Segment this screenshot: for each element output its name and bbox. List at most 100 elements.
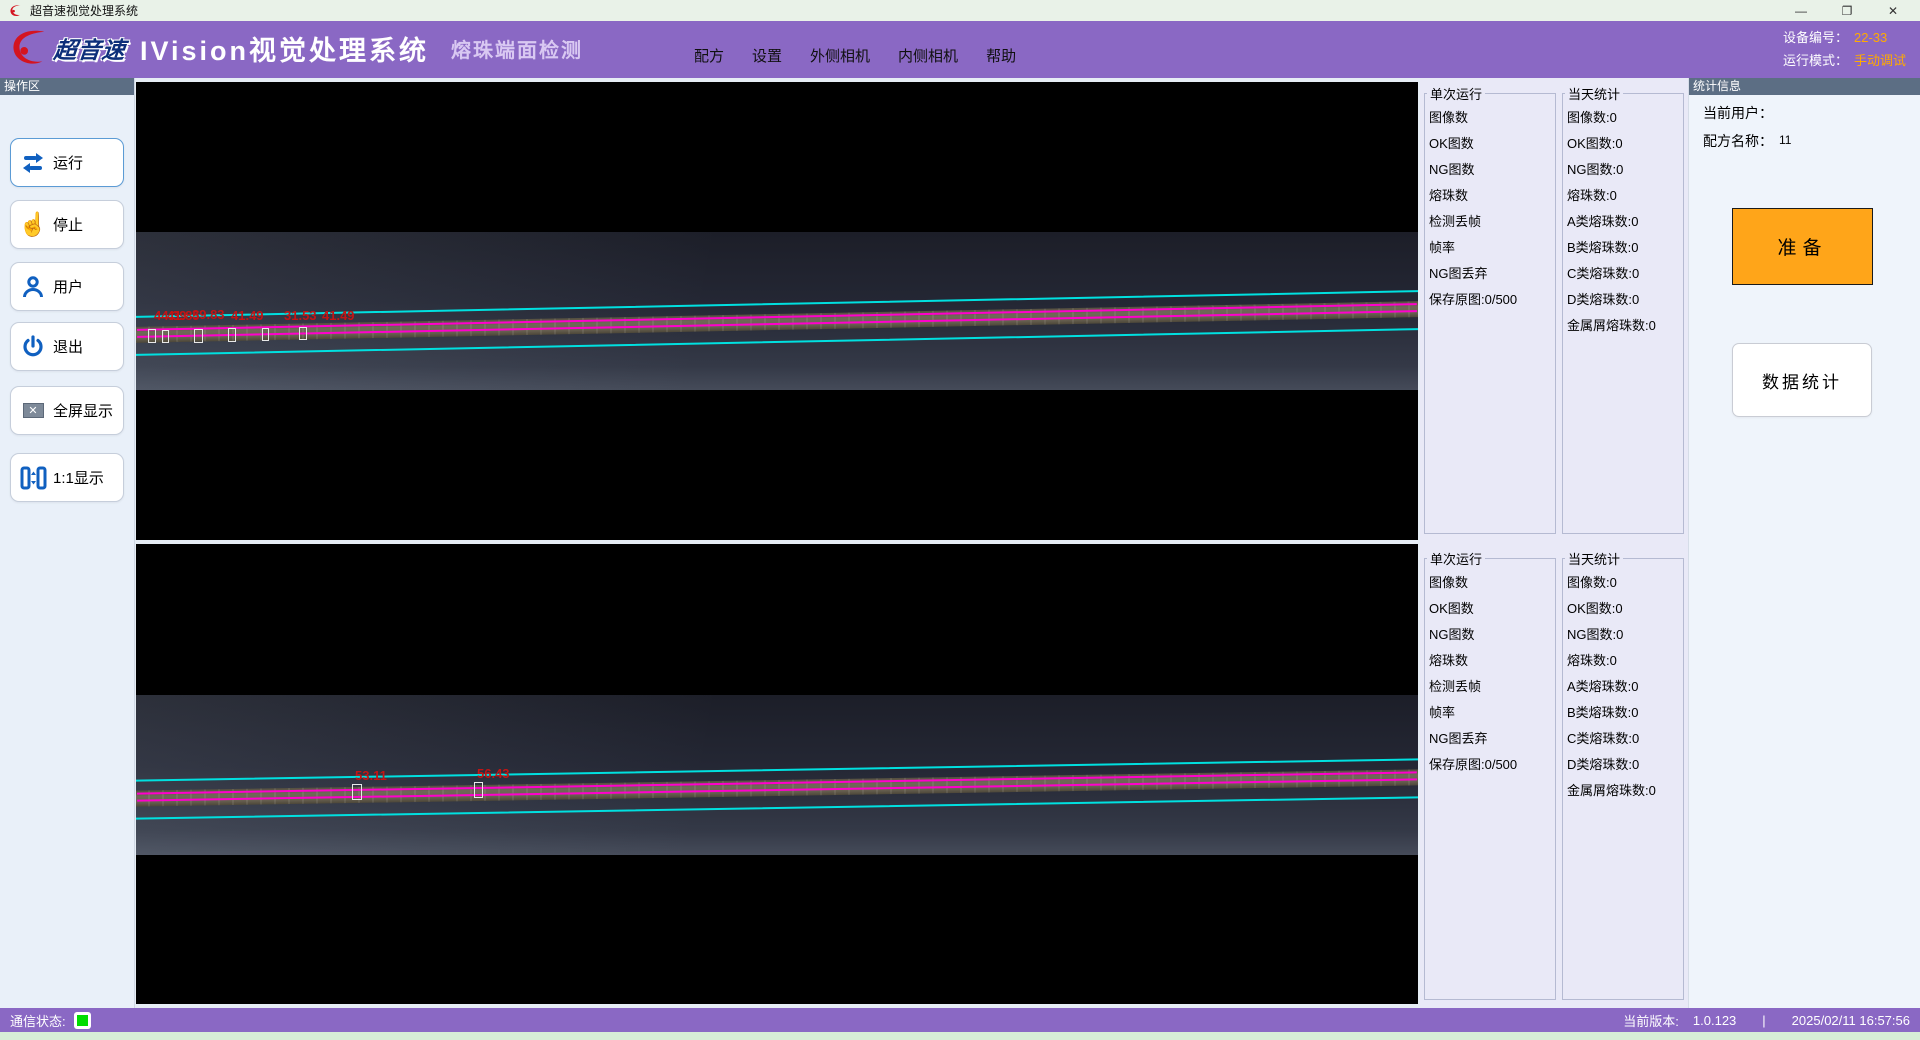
run-button[interactable]: 运行 [10, 138, 124, 187]
stat-row: 熔珠数 [1425, 181, 1555, 207]
menu-inner-camera[interactable]: 内侧相机 [884, 41, 972, 70]
user-button-label: 用户 [53, 276, 83, 297]
outer-camera-viewport[interactable]: 44.39 41.85 39.83 41.49 31.53 41.49 [136, 82, 1418, 540]
sidebar-header: 操作区 [0, 78, 134, 95]
status-separator: | [1762, 1013, 1765, 1028]
measurement-label: 41.49 [231, 308, 264, 323]
stop-button[interactable]: ☝ 停止 [10, 200, 124, 249]
restore-button[interactable]: ❐ [1824, 0, 1870, 21]
app-title: IVision视觉处理系统 [140, 29, 429, 68]
single-run-group-bottom: 单次运行 图像数 OK图数 NG图数 熔珠数 检测丢帧 帧率 NG图丢弃 保存原… [1424, 549, 1556, 1000]
fullscreen-icon: ✕ [19, 398, 47, 424]
app-window: 超音速视觉处理系统 — ❐ ✕ 超音速 IVision视觉处理系统 熔珠端面检测… [0, 0, 1920, 1040]
stat-row: NG图数 [1425, 620, 1555, 646]
detection-box [352, 784, 362, 800]
detection-box [162, 330, 169, 343]
daily-stats-group-top: 当天统计 图像数:0 OK图数:0 NG图数:0 熔珠数:0 A类熔珠数:0 B… [1562, 84, 1684, 534]
measurement-label: 31.53 [284, 308, 317, 323]
one-to-one-button-label: 1:1显示 [53, 467, 104, 488]
exit-button[interactable]: 退出 [10, 322, 124, 371]
stat-row: 帧率 [1425, 233, 1555, 259]
version-group: 当前版本: 1.0.123 [1623, 1011, 1736, 1030]
run-mode-row: 运行模式：手动调试 [1783, 49, 1906, 72]
daily-stats-group-bottom: 当天统计 图像数:0 OK图数:0 NG图数:0 熔珠数:0 A类熔珠数:0 B… [1562, 549, 1684, 1000]
stat-row: NG图数 [1425, 155, 1555, 181]
datetime-value: 2025/02/11 16:57:56 [1792, 1013, 1910, 1028]
comm-status-label: 通信状态: [10, 1011, 66, 1030]
single-run-group-top: 单次运行 图像数 OK图数 NG图数 熔珠数 检测丢帧 帧率 NG图丢弃 保存原… [1424, 84, 1556, 534]
data-statistics-button[interactable]: 数据统计 [1732, 343, 1872, 417]
app-logo-icon [8, 3, 23, 18]
comm-status-indicator [74, 1012, 91, 1029]
device-id-value: 22-33 [1854, 30, 1887, 45]
recipe-name-row: 配方名称：11 [1703, 131, 1920, 151]
stat-row: 图像数:0 [1563, 103, 1683, 129]
single-run-title: 单次运行 [1427, 84, 1485, 103]
stat-row: C类熔珠数:0 [1563, 259, 1683, 285]
app-subtitle: 熔珠端面检测 [451, 34, 583, 63]
version-label: 当前版本: [1623, 1011, 1679, 1030]
run-mode-value: 手动调试 [1854, 53, 1906, 68]
daily-stats-title: 当天统计 [1565, 84, 1623, 103]
menu-help[interactable]: 帮助 [972, 41, 1030, 70]
stat-row: A类熔珠数:0 [1563, 207, 1683, 233]
app-header: 超音速 IVision视觉处理系统 熔珠端面检测 配方 设置 外侧相机 内侧相机… [0, 21, 1920, 78]
stat-row: NG图数:0 [1563, 155, 1683, 181]
device-id-label: 设备编号： [1783, 30, 1848, 45]
run-arrows-icon [19, 150, 47, 176]
inner-camera-viewport[interactable]: 53.11 56.43 [136, 544, 1418, 1004]
stat-row: 检测丢帧 [1425, 207, 1555, 233]
fullscreen-button[interactable]: ✕ 全屏显示 [10, 386, 124, 435]
menu-settings[interactable]: 设置 [738, 41, 796, 70]
stat-row: OK图数:0 [1563, 594, 1683, 620]
minimize-button[interactable]: — [1778, 0, 1824, 21]
user-button[interactable]: 用户 [10, 262, 124, 311]
comm-green-dot [77, 1015, 88, 1026]
stat-row: 图像数:0 [1563, 568, 1683, 594]
detection-box [194, 329, 203, 343]
window-controls: — ❐ ✕ [1778, 0, 1916, 21]
brand-swoosh-icon [6, 25, 52, 71]
run-button-label: 运行 [53, 152, 83, 173]
user-icon [19, 274, 47, 300]
info-panel-header: 统计信息 [1689, 78, 1920, 95]
menu-recipe[interactable]: 配方 [680, 41, 738, 70]
operation-sidebar: 操作区 运行 ☝ 停止 用户 [0, 78, 135, 1008]
single-run-title: 单次运行 [1427, 549, 1485, 568]
stat-row: 金属屑熔珠数:0 [1563, 776, 1683, 802]
measurement-label: 41.49 [322, 308, 355, 323]
menu-bar: 配方 设置 外侧相机 内侧相机 帮助 [680, 21, 1030, 78]
status-bar: 通信状态: 当前版本: 1.0.123 | 2025/02/11 16:57:5… [0, 1008, 1920, 1032]
stat-row: 图像数 [1425, 103, 1555, 129]
power-icon [19, 334, 47, 360]
close-button[interactable]: ✕ [1870, 0, 1916, 21]
exit-button-label: 退出 [53, 336, 83, 357]
stat-row: 检测丢帧 [1425, 672, 1555, 698]
comm-status-group: 通信状态: [10, 1011, 91, 1030]
stat-row: 帧率 [1425, 698, 1555, 724]
detection-box [228, 328, 236, 342]
one-to-one-button[interactable]: 1:1显示 [10, 453, 124, 502]
stat-row: NG图丢弃 [1425, 724, 1555, 750]
brand-logo-text: 超音速 [52, 31, 128, 65]
stat-row: 图像数 [1425, 568, 1555, 594]
status-right-group: 当前版本: 1.0.123 | 2025/02/11 16:57:56 [1623, 1011, 1910, 1030]
stat-row: 保存原图:0/500 [1425, 750, 1555, 776]
device-info: 设备编号： 22-33 运行模式：手动调试 [1783, 26, 1906, 72]
stat-row: D类熔珠数:0 [1563, 285, 1683, 311]
stat-row: 保存原图:0/500 [1425, 285, 1555, 311]
info-panel: 统计信息 当前用户： 配方名称：11 准备 数据统计 [1688, 78, 1920, 1008]
window-bottom-edge [0, 1032, 1920, 1040]
fullscreen-button-label: 全屏显示 [53, 400, 113, 421]
hand-stop-icon: ☝ [19, 212, 47, 238]
stat-row: OK图数 [1425, 129, 1555, 155]
recipe-name-label: 配方名称： [1703, 133, 1773, 149]
current-user-label: 当前用户： [1703, 105, 1773, 121]
menu-outer-camera[interactable]: 外侧相机 [796, 41, 884, 70]
stat-row: D类熔珠数:0 [1563, 750, 1683, 776]
brand-block: 超音速 IVision视觉处理系统 熔珠端面检测 [6, 25, 583, 71]
device-id-row: 设备编号： 22-33 [1783, 26, 1906, 49]
measurement-label: 39.83 [192, 307, 225, 322]
one-to-one-icon [19, 465, 47, 491]
prepare-button[interactable]: 准备 [1732, 208, 1873, 285]
